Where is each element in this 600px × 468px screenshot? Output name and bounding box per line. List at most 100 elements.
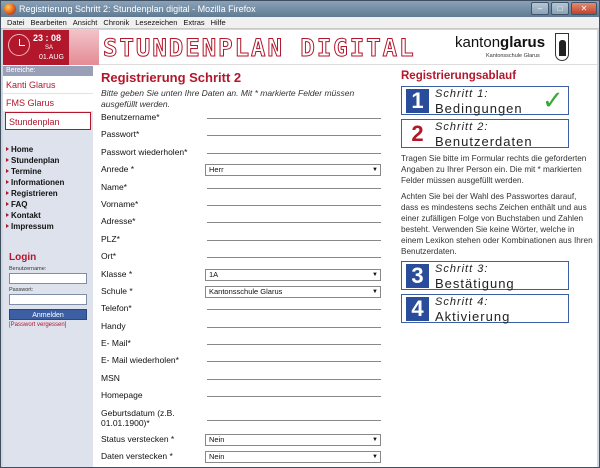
instructions-text: Tragen Sie bitte im Formular rechts die … [401,154,587,185]
kanton-logo-part2: glarus [500,34,546,51]
field-input[interactable] [207,152,381,154]
field-select[interactable]: Nein [205,451,381,464]
login-password-input[interactable] [9,294,87,305]
header-decoration [69,30,99,65]
step-caption: Schritt 2: [435,121,489,133]
field-label: Geburtsdatum (z.B. 01.01.1900)* [101,407,175,428]
form-row: E- Mail wiederholen* [101,353,391,370]
window-title: Registrierung Schritt 2: Stundenplan dig… [19,4,256,14]
step-caption: Schritt 3: [435,263,489,275]
steps-title: Registrierungsablauf [401,70,517,82]
sidebar-link-kanti[interactable]: Kanti Glarus [3,76,93,94]
field-select[interactable]: 1A [205,268,381,281]
field-input[interactable] [207,222,381,224]
menu-ansicht[interactable]: Ansicht [73,17,98,28]
site-banner: STUNDENPLAN DIGITAL [103,34,416,63]
clock-widget: 23 : 08 SA 01.AUG [3,30,69,65]
menu-bar: Datei Bearbeiten Ansicht Chronik Lesezei… [1,17,599,29]
sidebar-link-stundenplan[interactable]: Stundenplan [5,112,91,130]
field-input[interactable] [207,396,381,398]
field-label: Status verstecken * [101,433,175,444]
maximize-button[interactable]: □ [551,2,569,15]
nav-registrieren[interactable]: Registrieren [3,188,93,199]
minimize-button[interactable]: – [531,2,549,15]
form-row: Passwort wiederholen* [101,145,391,162]
field-select[interactable]: Kantonsschule Glarus [205,285,381,298]
field-input[interactable] [207,361,381,363]
form-row: Klasse * 1A [101,267,391,284]
login-username-label: Benutzername: [9,266,47,272]
form-row: Vorname* [101,197,391,214]
menu-datei[interactable]: Datei [7,17,25,28]
registration-steps-panel: Registrierungsablauf 1 Schritt 1: Beding… [401,66,597,467]
field-select[interactable]: Herr [205,164,381,177]
form-row: Handy [101,319,391,336]
sidebar-link-fms[interactable]: FMS Glarus [3,94,93,112]
field-input[interactable] [207,378,381,380]
password-hint-text: Achten Sie bei der Wahl des Passwortes d… [401,192,593,256]
field-select[interactable]: Nein [205,433,381,446]
step-name: Aktivierung [435,309,511,324]
nav-termine[interactable]: Termine [3,166,93,177]
browser-window: Registrierung Schritt 2: Stundenplan dig… [0,0,600,468]
form-row: Status verstecken * Nein [101,432,391,449]
field-input[interactable] [207,309,381,311]
nav-faq[interactable]: FAQ [3,199,93,210]
checkmark-icon: ✓ [542,85,564,115]
form-row: E- Mail* [101,336,391,353]
menu-bearbeiten[interactable]: Bearbeiten [31,17,67,28]
menu-chronik[interactable]: Chronik [103,17,129,28]
field-input[interactable] [207,419,381,421]
field-label: Telefon* [101,303,132,314]
field-input[interactable] [207,326,381,328]
form-row: Adresse* [101,214,391,231]
form-row: Ort* [101,249,391,266]
title-bar: Registrierung Schritt 2: Stundenplan dig… [1,1,599,17]
nav-impressum[interactable]: Impressum [3,221,93,232]
forgot-password-link[interactable]: [Passwort vergessen] [3,322,93,328]
field-label: E- Mail wiederholen* [101,355,179,366]
step-name: Benutzerdaten [435,134,533,149]
nav-home[interactable]: Home [3,144,93,155]
field-input[interactable] [207,204,381,206]
nav-kontakt[interactable]: Kontakt [3,210,93,221]
field-label: Homepage [101,390,143,401]
form-fields: Benutzername* Passwort* Passwort wiederhol… [101,110,391,466]
field-input[interactable] [207,187,381,189]
crest-icon [555,33,569,61]
step-caption: Schritt 1: [435,88,489,100]
field-input[interactable] [207,257,381,259]
step-number: 2 [406,122,429,146]
nav-stundenplan[interactable]: Stundenplan [3,155,93,166]
field-label: MSN [101,372,120,383]
field-label: Vorname* [101,198,139,209]
step-caption: Schritt 4: [435,296,489,308]
nav-informationen[interactable]: Informationen [3,177,93,188]
login-username-input[interactable] [9,273,87,284]
field-input[interactable] [207,239,381,241]
kanton-logo[interactable]: kantonglarus [455,34,545,51]
step-4: 4 Schritt 4: Aktivierung [401,294,569,324]
field-label: Klasse * [101,268,133,279]
login-button[interactable]: Anmelden [9,309,87,320]
step-2: 2 Schritt 2: Benutzerdaten [401,119,569,149]
close-button[interactable]: ✕ [571,2,597,15]
form-row: Geburtsdatum (z.B. 01.01.1900)* [101,406,391,432]
menu-hilfe[interactable]: Hilfe [211,17,226,28]
form-row: Passwort* [101,127,391,144]
web-page: 23 : 08 SA 01.AUG STUNDENPLAN DIGITAL ka… [3,30,597,467]
field-input[interactable] [207,344,381,346]
field-label: Handy [101,320,126,331]
kanton-logo-part1: kanton [455,34,501,51]
form-row: Benutzername* [101,110,391,127]
field-label: E- Mail* [101,338,131,349]
field-input[interactable] [207,118,381,119]
menu-extras[interactable]: Extras [183,17,204,28]
step-number: 1 [406,89,429,113]
firefox-icon [4,3,16,15]
field-label: Adresse* [101,216,136,227]
site-header: 23 : 08 SA 01.AUG STUNDENPLAN DIGITAL ka… [3,30,597,65]
field-input[interactable] [207,135,381,137]
menu-lesezeichen[interactable]: Lesezeichen [135,17,177,28]
form-row: Homepage [101,388,391,405]
